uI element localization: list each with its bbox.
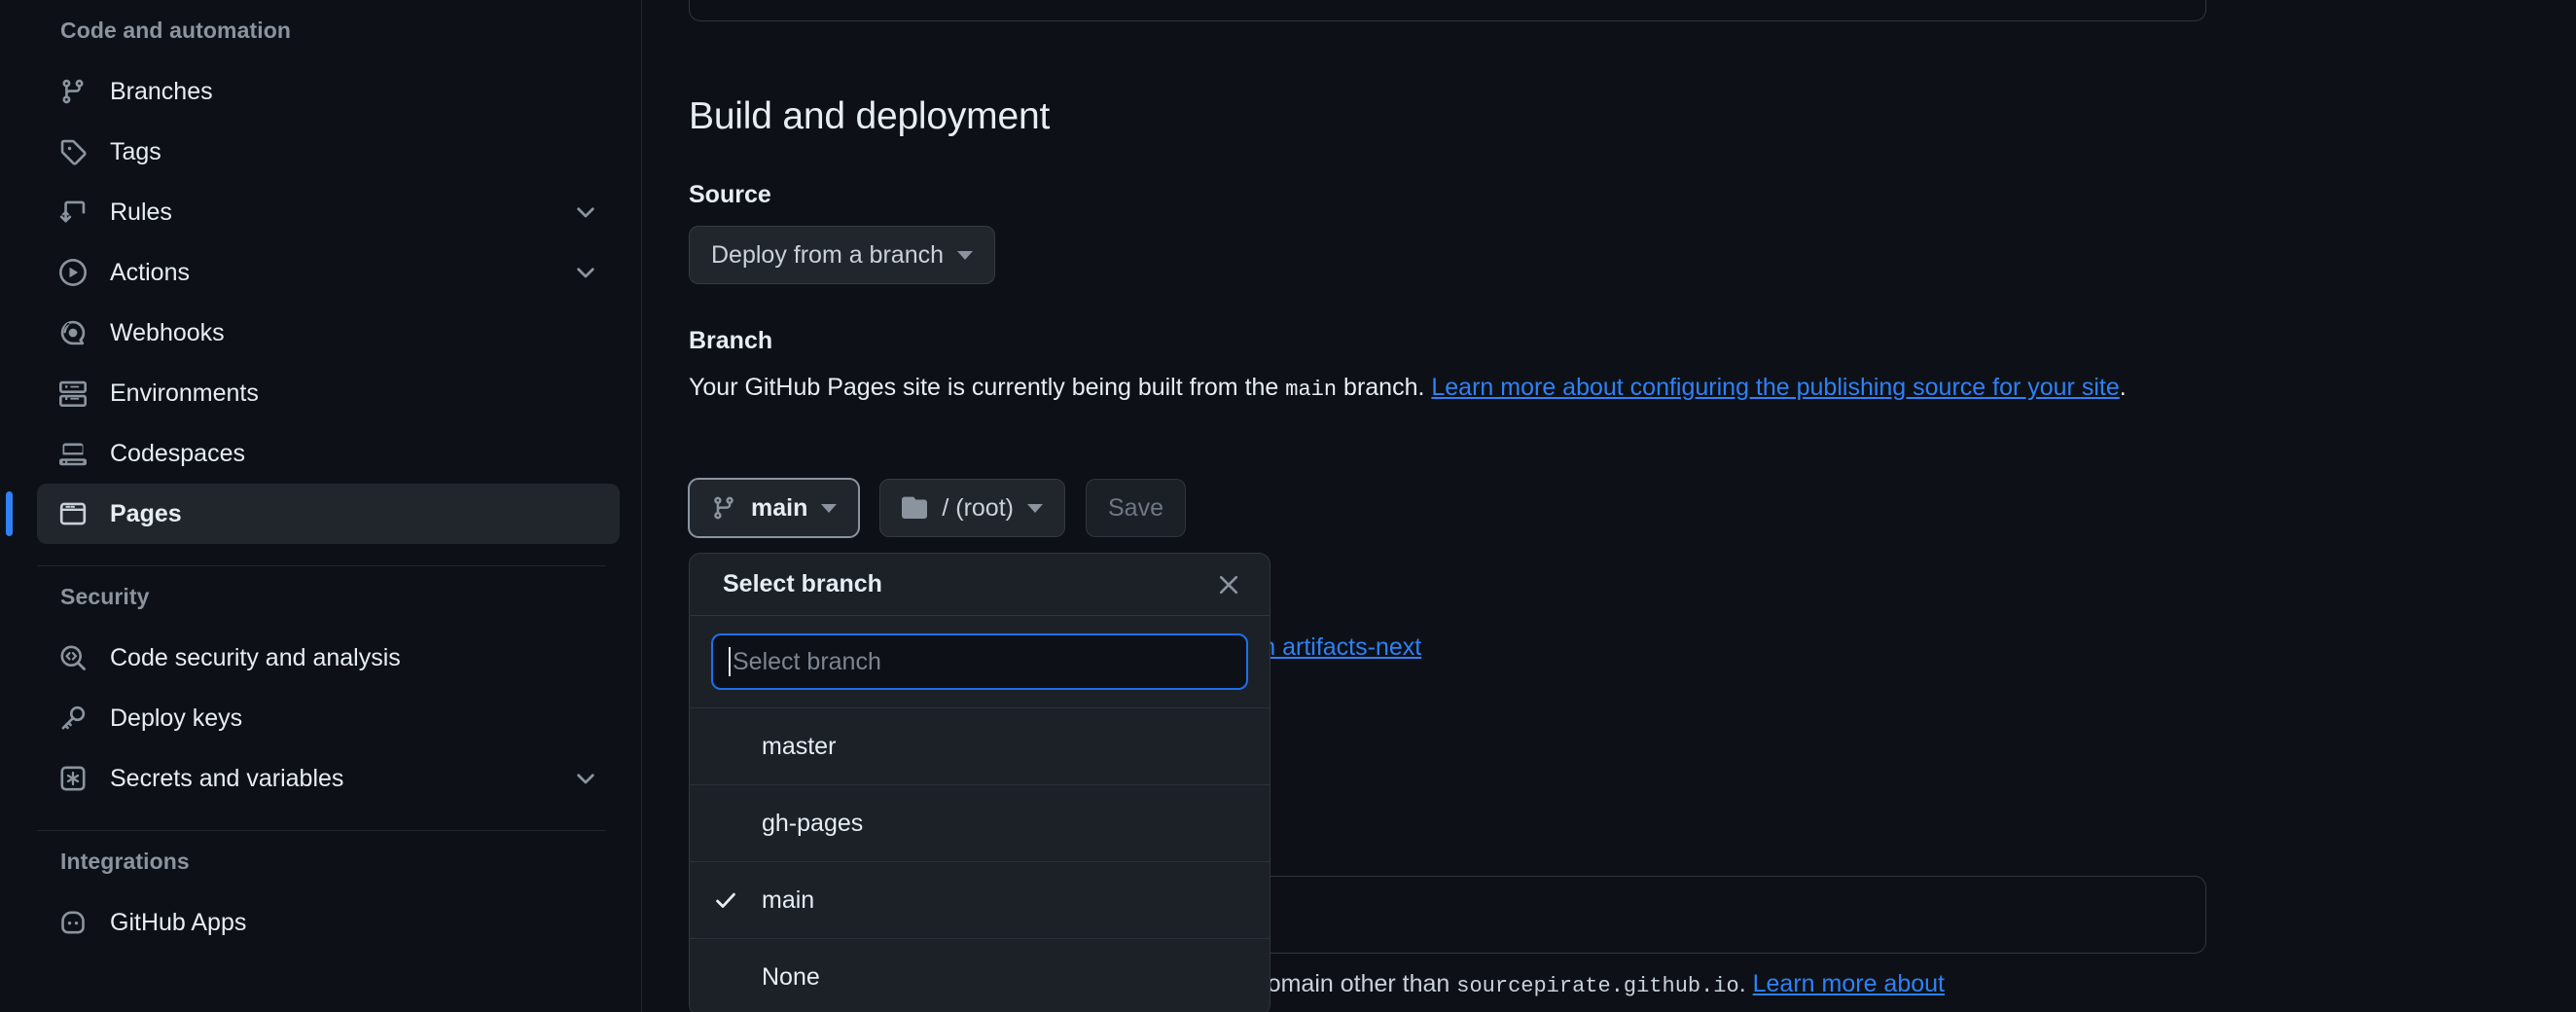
check-icon	[713, 887, 748, 913]
sidebar-item-github-apps[interactable]: GitHub Apps	[37, 892, 620, 953]
asterisk-key-icon	[58, 764, 88, 793]
domains-text-2: .	[1738, 970, 1753, 997]
learn-more-domains-link[interactable]: Learn more about	[1753, 970, 1945, 997]
folder-dropdown-label: / (root)	[942, 493, 1014, 522]
pages-settings-screen: Code and automation Branches Tags Rules Acti…	[0, 0, 2576, 1012]
close-icon[interactable]	[1211, 567, 1246, 602]
tag-icon	[58, 137, 88, 166]
branch-option-label: main	[762, 886, 815, 914]
text-cursor	[729, 647, 731, 676]
selected-indicator	[6, 491, 13, 536]
branch-filter-input[interactable]: Select branch	[711, 633, 1248, 690]
branch-dropdown-label: main	[751, 493, 808, 522]
publishing-source-link[interactable]: Learn more about configuring the publish…	[1431, 374, 2119, 401]
chevron-down-icon[interactable]	[573, 199, 598, 225]
sidebar-divider	[37, 830, 606, 831]
popup-title: Select branch	[723, 570, 882, 597]
branch-desc-text-2: branch.	[1337, 374, 1432, 401]
sidebar-item-label: Codespaces	[110, 439, 245, 467]
sidebar-item-label: Webhooks	[110, 318, 225, 346]
branch-desc-text-1: Your GitHub Pages site is currently bein…	[689, 374, 1286, 401]
sidebar-item-actions[interactable]: Actions	[37, 242, 620, 303]
sidebar-section: Code and automation Branches Tags Rules Acti…	[0, 19, 641, 544]
select-branch-popup: Select branch Select branch master gh-pag…	[689, 553, 1270, 1012]
branch-option-gh-pages[interactable]: gh-pages	[690, 784, 1270, 861]
branch-filter-placeholder: Select branch	[733, 647, 881, 675]
sidebar-item-codespaces[interactable]: Codespaces	[37, 423, 620, 484]
sidebar-item-pages[interactable]: Pages	[6, 484, 620, 544]
popup-header: Select branch	[690, 554, 1270, 616]
sidebar-section: Integrations GitHub Apps	[0, 850, 641, 953]
sidebar-item-label: Actions	[110, 258, 190, 286]
branch-label: Branch	[689, 327, 773, 354]
branch-icon	[58, 77, 88, 106]
chevron-down-icon[interactable]	[573, 766, 598, 791]
rules-icon	[58, 198, 88, 227]
site-domain-code: sourcepirate.github.io	[1456, 974, 1739, 998]
sidebar-item-environments[interactable]: Environments	[37, 363, 620, 423]
branch-option-label: None	[762, 962, 820, 991]
sidebar-item-label: Pages	[110, 499, 182, 527]
sidebar-item-label: Environments	[110, 379, 259, 407]
play-circle-icon	[58, 258, 88, 287]
folder-dropdown-button[interactable]: / (root)	[879, 479, 1065, 537]
branch-option-master[interactable]: master	[690, 707, 1270, 784]
popup-filter-area: Select branch	[690, 616, 1270, 707]
sidebar-item-code-security-and-analysis[interactable]: Code security and analysis	[37, 628, 620, 688]
sidebar-section-title: Code and automation	[60, 18, 292, 43]
sidebar-item-deploy-keys[interactable]: Deploy keys	[37, 688, 620, 748]
top-card-panel	[689, 0, 2206, 21]
branch-option-none[interactable]: None	[690, 938, 1270, 1012]
sidebar-item-branches[interactable]: Branches	[37, 61, 620, 122]
branch-options-list: master gh-pages main None	[690, 707, 1270, 1012]
branch-dropdown-button[interactable]: main	[689, 479, 860, 537]
codespaces-icon	[58, 439, 88, 468]
branch-option-label: master	[762, 732, 837, 760]
sidebar-item-label: Branches	[110, 77, 213, 105]
page-title: Build and deployment	[689, 95, 1051, 137]
branch-option-label: gh-pages	[762, 809, 864, 837]
sidebar-item-tags[interactable]: Tags	[37, 122, 620, 182]
source-dropdown-button[interactable]: Deploy from a branch	[689, 226, 996, 284]
sidebar-section: Security Code security and analysis Deploy…	[0, 586, 641, 809]
folder-icon	[902, 495, 928, 521]
sidebar-item-secrets-and-variables[interactable]: Secrets and variables	[37, 748, 620, 809]
sidebar-divider	[37, 565, 606, 566]
server-icon	[58, 379, 88, 408]
key-icon	[58, 704, 88, 733]
branch-description: Your GitHub Pages site is currently bein…	[689, 368, 2206, 410]
sidebar-item-label: Rules	[110, 198, 172, 226]
chevron-down-icon[interactable]	[573, 260, 598, 285]
source-label: Source	[689, 181, 771, 208]
code-search-icon	[58, 643, 88, 672]
browser-icon	[58, 499, 88, 528]
webhook-icon	[58, 318, 88, 347]
sidebar-item-webhooks[interactable]: Webhooks	[37, 303, 620, 363]
chevron-down-icon	[957, 250, 974, 260]
main-content: Build and deployment Source Deploy from …	[642, 0, 2576, 1012]
sidebar-item-rules[interactable]: Rules	[37, 182, 620, 242]
branch-name-code: main	[1285, 378, 1338, 402]
chevron-down-icon	[1026, 503, 1043, 513]
github-apps-icon	[58, 908, 88, 937]
sidebar-item-label: Code security and analysis	[110, 643, 401, 671]
sidebar-item-label: Deploy keys	[110, 704, 243, 732]
sidebar-item-label: Secrets and variables	[110, 764, 344, 792]
sidebar-item-label: GitHub Apps	[110, 908, 247, 936]
branch-desc-text-3: .	[2119, 374, 2127, 401]
settings-sidebar: Code and automation Branches Tags Rules Acti…	[0, 0, 642, 1012]
branch-selector-row: main / (root) Save	[689, 479, 1186, 537]
save-button[interactable]: Save	[1085, 479, 1186, 537]
sidebar-item-label: Tags	[110, 137, 161, 165]
branch-icon	[711, 495, 736, 521]
sidebar-section-title: Integrations	[60, 849, 190, 874]
chevron-down-icon	[821, 503, 838, 513]
source-dropdown-label: Deploy from a branch	[711, 240, 945, 269]
sidebar-section-title: Security	[60, 584, 150, 609]
branch-option-main[interactable]: main	[690, 861, 1270, 938]
